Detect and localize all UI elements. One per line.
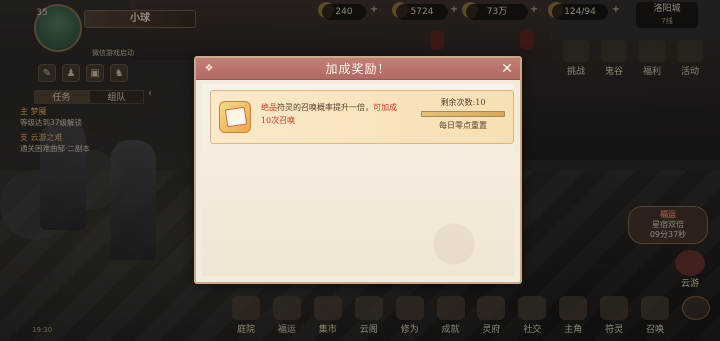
bonus-highlight: 绝品 — [261, 103, 277, 112]
remaining-progress-bar — [421, 111, 505, 117]
summon-scroll-icon — [219, 101, 251, 133]
remaining-count-area: 剩余次数:10 每日零点重置 — [417, 97, 509, 131]
dialog-header: ❖ 加成奖励！ ✕ — [196, 58, 520, 80]
dialog-title: 加成奖励！ — [325, 62, 391, 76]
daily-reset-label: 每日零点重置 — [439, 121, 487, 130]
bonus-text-part1: 符灵的召唤概率提升一倍， — [277, 103, 373, 112]
close-button[interactable]: ✕ — [498, 60, 516, 78]
bonus-card: 绝品符灵的召唤概率提升一倍，可加成10次召唤 剩余次数:10 每日零点重置 — [210, 90, 514, 144]
bonus-description: 绝品符灵的召唤概率提升一倍，可加成10次召唤 — [261, 101, 401, 127]
progress-fill — [422, 112, 504, 116]
remaining-count-label: 剩余次数:10 — [440, 98, 486, 107]
decorative-pattern — [418, 208, 508, 268]
bonus-reward-dialog: ❖ 加成奖励！ ✕ 绝品符灵的召唤概率提升一倍，可加成10次召唤 剩余次数:10… — [194, 56, 522, 284]
dialog-body: 绝品符灵的召唤概率提升一倍，可加成10次召唤 剩余次数:10 每日零点重置 — [202, 84, 514, 276]
